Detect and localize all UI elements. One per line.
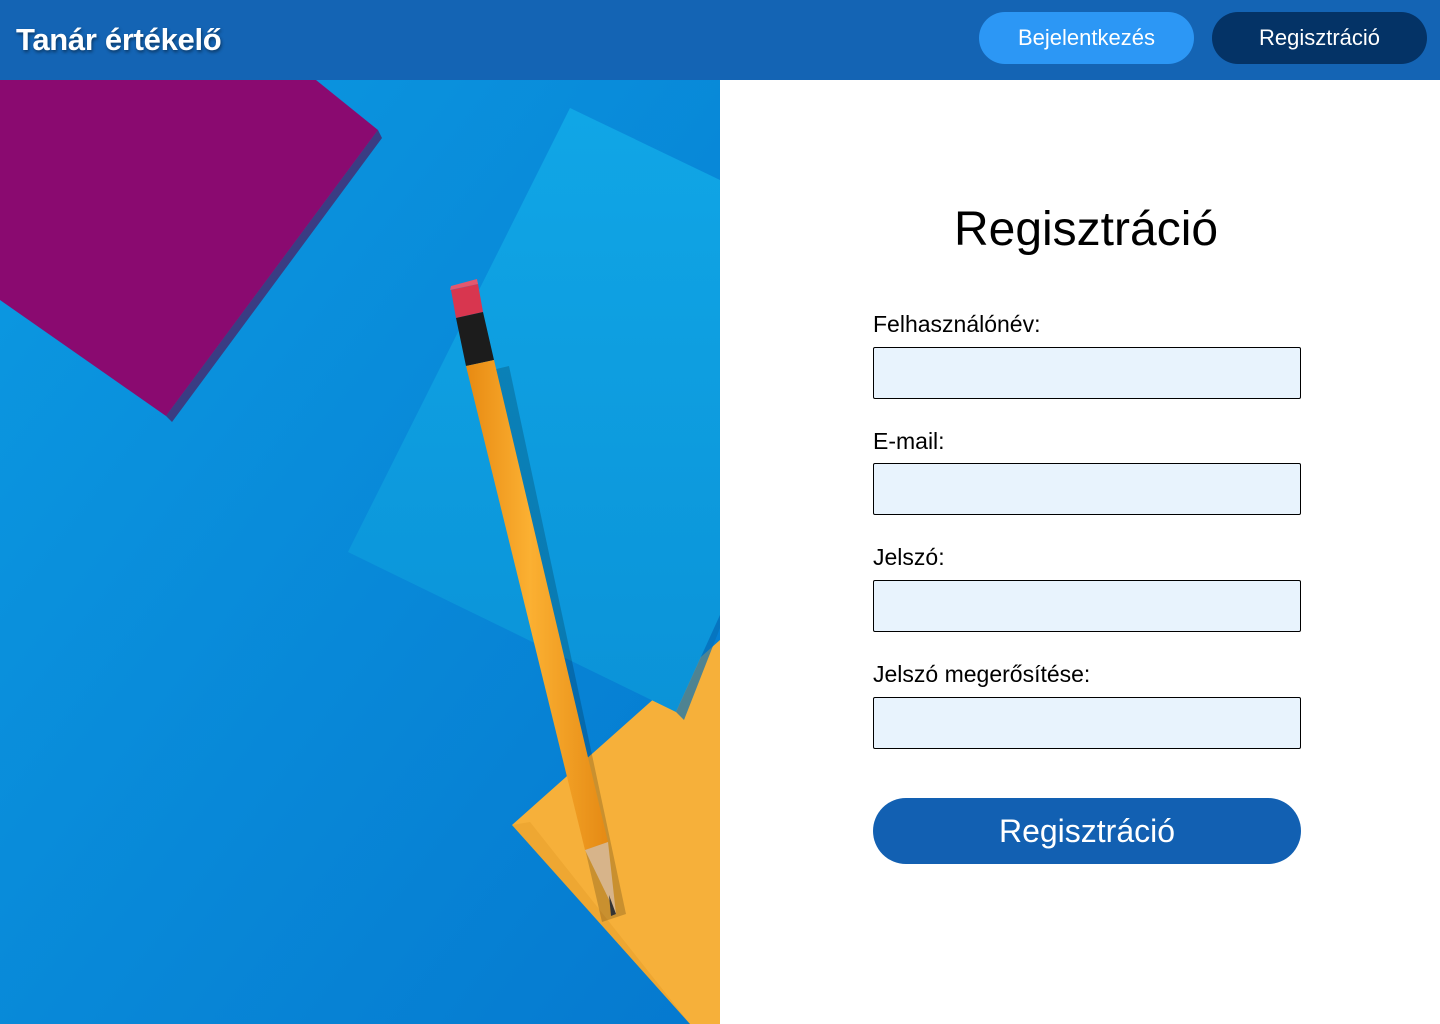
password-input[interactable] xyxy=(873,580,1301,632)
brand-logo-text[interactable]: Tanár értékelő xyxy=(16,22,222,58)
top-navigation-bar: Tanár értékelő Bejelentkezés Regisztráci… xyxy=(0,0,1440,80)
confirm-password-label: Jelszó megerősítése: xyxy=(873,661,1091,687)
username-input[interactable] xyxy=(873,347,1301,399)
username-label: Felhasználónév: xyxy=(873,311,1041,337)
password-label: Jelszó: xyxy=(873,544,945,570)
confirm-password-input[interactable] xyxy=(873,697,1301,749)
email-label: E-mail: xyxy=(873,428,945,454)
login-nav-button[interactable]: Bejelentkezés xyxy=(979,12,1194,64)
form-title: Regisztráció xyxy=(953,203,1219,256)
email-input[interactable] xyxy=(873,463,1301,515)
registration-panel: Regisztráció Felhasználónév: E-mail: Jel… xyxy=(720,80,1440,1024)
hero-illustration xyxy=(0,80,720,1024)
hero-image-pencil-papers xyxy=(0,80,720,1024)
register-submit-button[interactable]: Regisztráció xyxy=(873,798,1301,864)
register-nav-button[interactable]: Regisztráció xyxy=(1212,12,1427,64)
